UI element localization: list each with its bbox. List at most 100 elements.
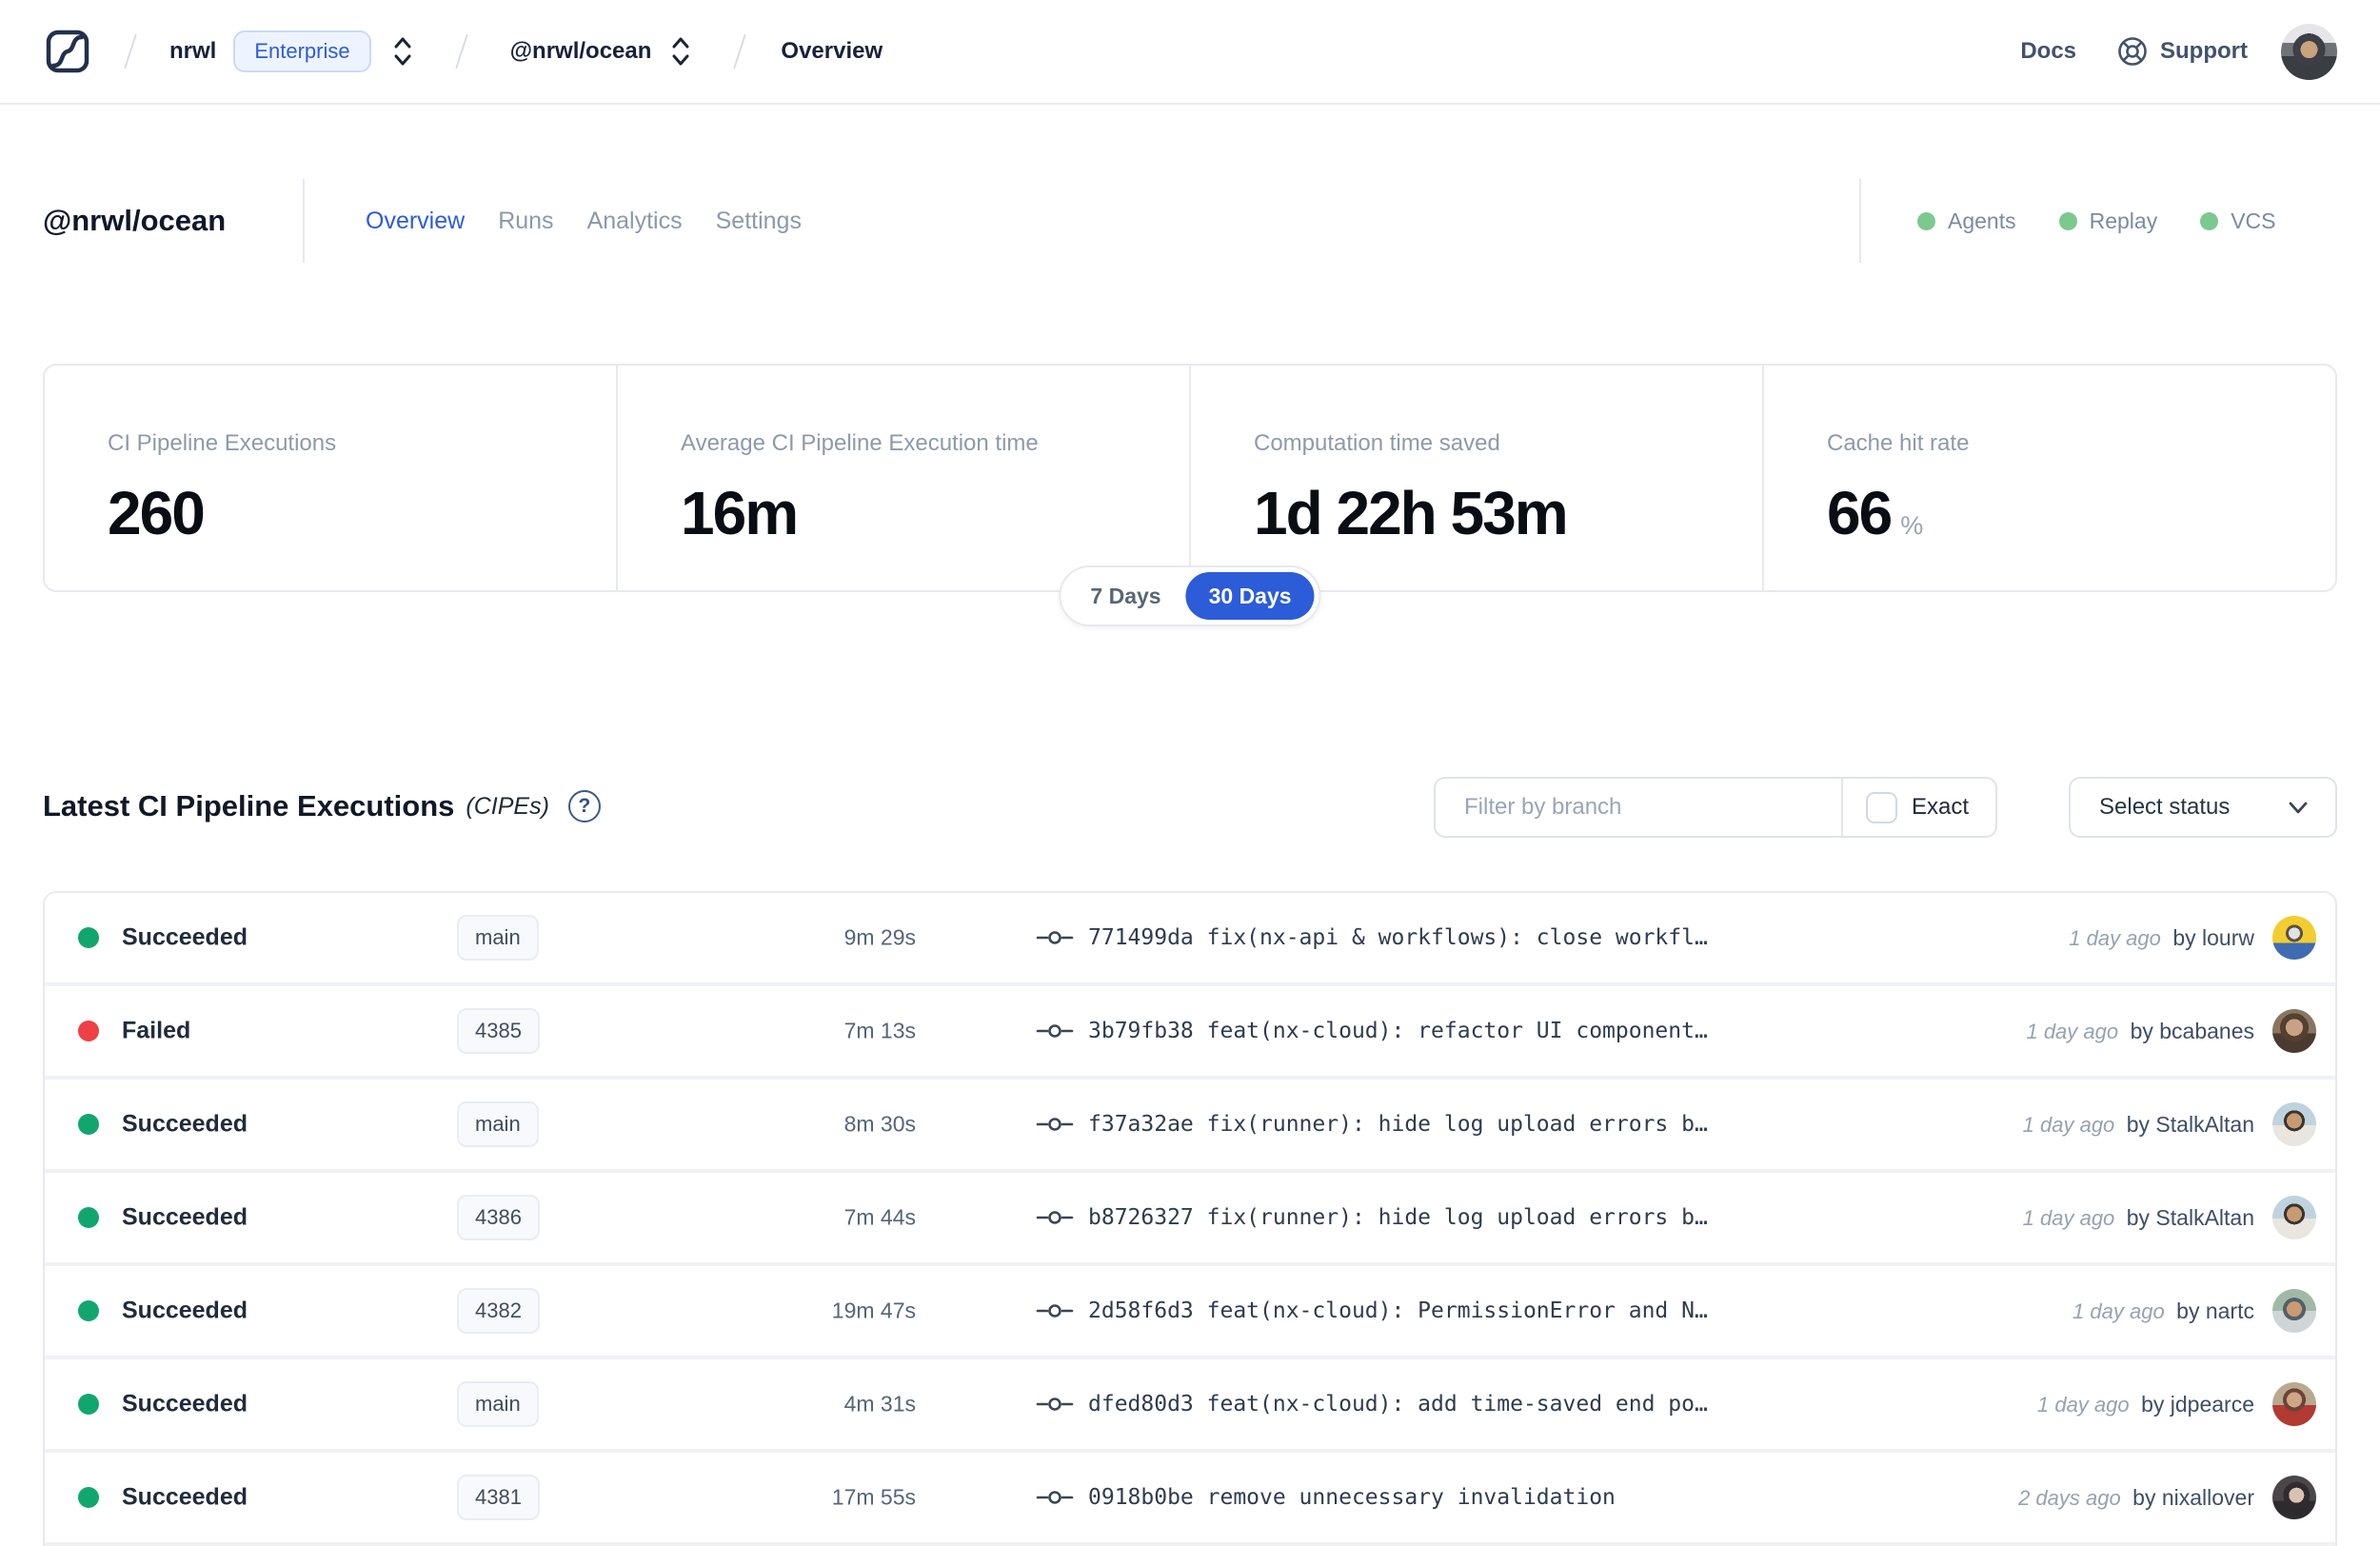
status-label: Failed bbox=[122, 1017, 191, 1044]
header-actions: Docs Support bbox=[2020, 23, 2337, 80]
author-avatar bbox=[2272, 916, 2316, 960]
exact-label: Exact bbox=[1911, 794, 1969, 820]
cipe-row[interactable]: Succeeded 4386 7m 44s b8726327 fix(runne… bbox=[45, 1173, 2335, 1262]
docs-link[interactable]: Docs bbox=[2020, 38, 2076, 65]
meta-text: 1 day ago by jdpearce bbox=[2037, 1392, 2254, 1417]
author-avatar bbox=[2272, 1009, 2316, 1053]
status-dot bbox=[78, 1487, 99, 1508]
breadcrumb-org[interactable]: nrwl bbox=[169, 38, 216, 65]
commit-message: 771499da fix(nx-api & workflows): close … bbox=[1088, 925, 1708, 950]
stat-value: 66 % bbox=[1827, 479, 1924, 547]
cipe-row[interactable]: Failed 4385 7m 13s 3b79fb38 feat(nx-clou… bbox=[45, 986, 2335, 1076]
help-icon[interactable]: ? bbox=[567, 790, 601, 823]
feature-agents[interactable]: Agents bbox=[1917, 208, 2016, 234]
cipe-row[interactable]: Succeeded main 9m 29s 771499da fix(nx-ap… bbox=[45, 893, 2335, 982]
support-link[interactable]: Support bbox=[2160, 38, 2248, 65]
tab-analytics[interactable]: Analytics bbox=[587, 208, 683, 235]
duration: 9m 29s bbox=[843, 924, 916, 950]
status-label: Succeeded bbox=[122, 1390, 248, 1417]
divider bbox=[303, 179, 305, 263]
stat-label: CI Pipeline Executions bbox=[108, 430, 337, 456]
row-separator bbox=[45, 1542, 2335, 1546]
enterprise-badge: Enterprise bbox=[233, 30, 371, 72]
life-buoy-icon bbox=[2118, 37, 2147, 66]
range-30-days[interactable]: 30 Days bbox=[1185, 572, 1315, 620]
meta-text: 1 day ago by StalkAltan bbox=[2023, 1205, 2254, 1231]
cipe-row[interactable]: Succeeded main 8m 30s f37a32ae fix(runne… bbox=[45, 1080, 2335, 1169]
tab-overview[interactable]: Overview bbox=[366, 208, 465, 235]
chevron-down-icon bbox=[2289, 802, 2308, 814]
top-header: nrwl Enterprise @nrwl/ocean Overview Doc… bbox=[0, 0, 2380, 105]
git-commit-icon bbox=[1036, 1211, 1074, 1224]
commit-message: dfed80d3 feat(nx-cloud): add time-saved … bbox=[1088, 1392, 1708, 1417]
time-ago: 1 day ago bbox=[2069, 925, 2161, 950]
cipe-row[interactable]: Succeeded 4382 19m 47s 2d58f6d3 feat(nx-… bbox=[45, 1266, 2335, 1356]
author-avatar bbox=[2272, 1476, 2316, 1519]
commit: f37a32ae fix(runner): hide log upload er… bbox=[1036, 1112, 1708, 1137]
breadcrumb-workspace[interactable]: @nrwl/ocean bbox=[510, 38, 652, 65]
branch-filter-input[interactable] bbox=[1436, 779, 1841, 836]
status-dot-icon bbox=[2200, 211, 2219, 230]
breadcrumb-separator bbox=[454, 33, 468, 69]
meta-text: 1 day ago by bcabanes bbox=[2026, 1019, 2254, 1044]
branch-badge: 4382 bbox=[457, 1288, 540, 1334]
duration: 7m 13s bbox=[843, 1018, 916, 1043]
breadcrumb-separator bbox=[733, 33, 747, 69]
status-dot-icon bbox=[1917, 211, 1935, 230]
duration: 19m 47s bbox=[831, 1298, 916, 1323]
workspace-switcher-icon[interactable] bbox=[668, 32, 693, 70]
cipe-row[interactable]: Succeeded 4381 17m 55s 0918b0be remove u… bbox=[45, 1453, 2335, 1542]
workspace-tabs: Overview Runs Analytics Settings bbox=[366, 171, 802, 270]
cipe-table-body: Succeeded main 9m 29s 771499da fix(nx-ap… bbox=[45, 893, 2335, 1546]
stat-label: Computation time saved bbox=[1254, 430, 1500, 456]
time-ago: 1 day ago bbox=[2073, 1298, 2165, 1323]
branch-badge: main bbox=[457, 1101, 539, 1147]
duration: 4m 31s bbox=[843, 1391, 916, 1417]
stat-card-ci-pipeline-executions: CI Pipeline Executions 260 bbox=[45, 366, 616, 590]
user-avatar[interactable] bbox=[2281, 23, 2337, 80]
exact-checkbox[interactable] bbox=[1865, 791, 1897, 823]
divider bbox=[1859, 179, 1861, 263]
tab-settings[interactable]: Settings bbox=[716, 208, 802, 235]
status-dot-icon bbox=[2058, 211, 2077, 230]
author-avatar bbox=[2272, 1102, 2316, 1146]
meta-text: 1 day ago by StalkAltan bbox=[2023, 1112, 2254, 1138]
meta-text: 2 days ago by nixallover bbox=[2018, 1485, 2254, 1511]
row-meta: 2 days ago by nixallover bbox=[2018, 1476, 2316, 1519]
stat-unit: % bbox=[1900, 511, 1924, 540]
org-switcher-icon[interactable] bbox=[390, 32, 415, 70]
status-label: Succeeded bbox=[122, 1297, 248, 1324]
feature-vcs[interactable]: VCS bbox=[2200, 208, 2276, 234]
row-meta: 1 day ago by lourw bbox=[2069, 916, 2316, 960]
author: by lourw bbox=[2172, 924, 2254, 950]
author-avatar bbox=[2272, 1382, 2316, 1426]
time-ago: 1 day ago bbox=[2036, 1392, 2130, 1417]
author: by nartc bbox=[2176, 1298, 2254, 1323]
commit-message: 2d58f6d3 feat(nx-cloud): PermissionError… bbox=[1088, 1298, 1708, 1323]
branch-badge: 4386 bbox=[457, 1195, 540, 1240]
row-meta: 1 day ago by nartc bbox=[2073, 1289, 2316, 1333]
commit: dfed80d3 feat(nx-cloud): add time-saved … bbox=[1036, 1392, 1708, 1417]
row-meta: 1 day ago by StalkAltan bbox=[2023, 1196, 2316, 1239]
range-7-days[interactable]: 7 Days bbox=[1065, 572, 1185, 620]
stat-card-avg-execution-time: Average CI Pipeline Execution time 16m bbox=[616, 366, 1189, 590]
status-label: Succeeded bbox=[122, 923, 248, 951]
branch-badge: 4385 bbox=[457, 1008, 540, 1054]
duration: 17m 55s bbox=[831, 1484, 916, 1510]
commit: 0918b0be remove unnecessary invalidation bbox=[1036, 1485, 1616, 1510]
feature-replay[interactable]: Replay bbox=[2058, 208, 2157, 234]
duration: 8m 30s bbox=[843, 1111, 916, 1137]
author: by StalkAltan bbox=[2126, 1204, 2254, 1230]
cipe-row[interactable]: Succeeded main 4m 31s dfed80d3 feat(nx-c… bbox=[45, 1359, 2335, 1449]
git-commit-icon bbox=[1036, 1397, 1074, 1411]
meta-text: 1 day ago by nartc bbox=[2073, 1298, 2254, 1324]
meta-text: 1 day ago by lourw bbox=[2069, 925, 2254, 951]
branch-badge: main bbox=[457, 1381, 539, 1427]
duration: 7m 44s bbox=[843, 1204, 916, 1230]
nx-cloud-logo[interactable] bbox=[46, 30, 89, 73]
stat-value: 16m bbox=[681, 479, 799, 547]
status-select[interactable]: Select status bbox=[2069, 777, 2337, 838]
row-meta: 1 day ago by jdpearce bbox=[2037, 1382, 2316, 1426]
author: by nixallover bbox=[2132, 1484, 2254, 1510]
tab-runs[interactable]: Runs bbox=[498, 208, 553, 235]
